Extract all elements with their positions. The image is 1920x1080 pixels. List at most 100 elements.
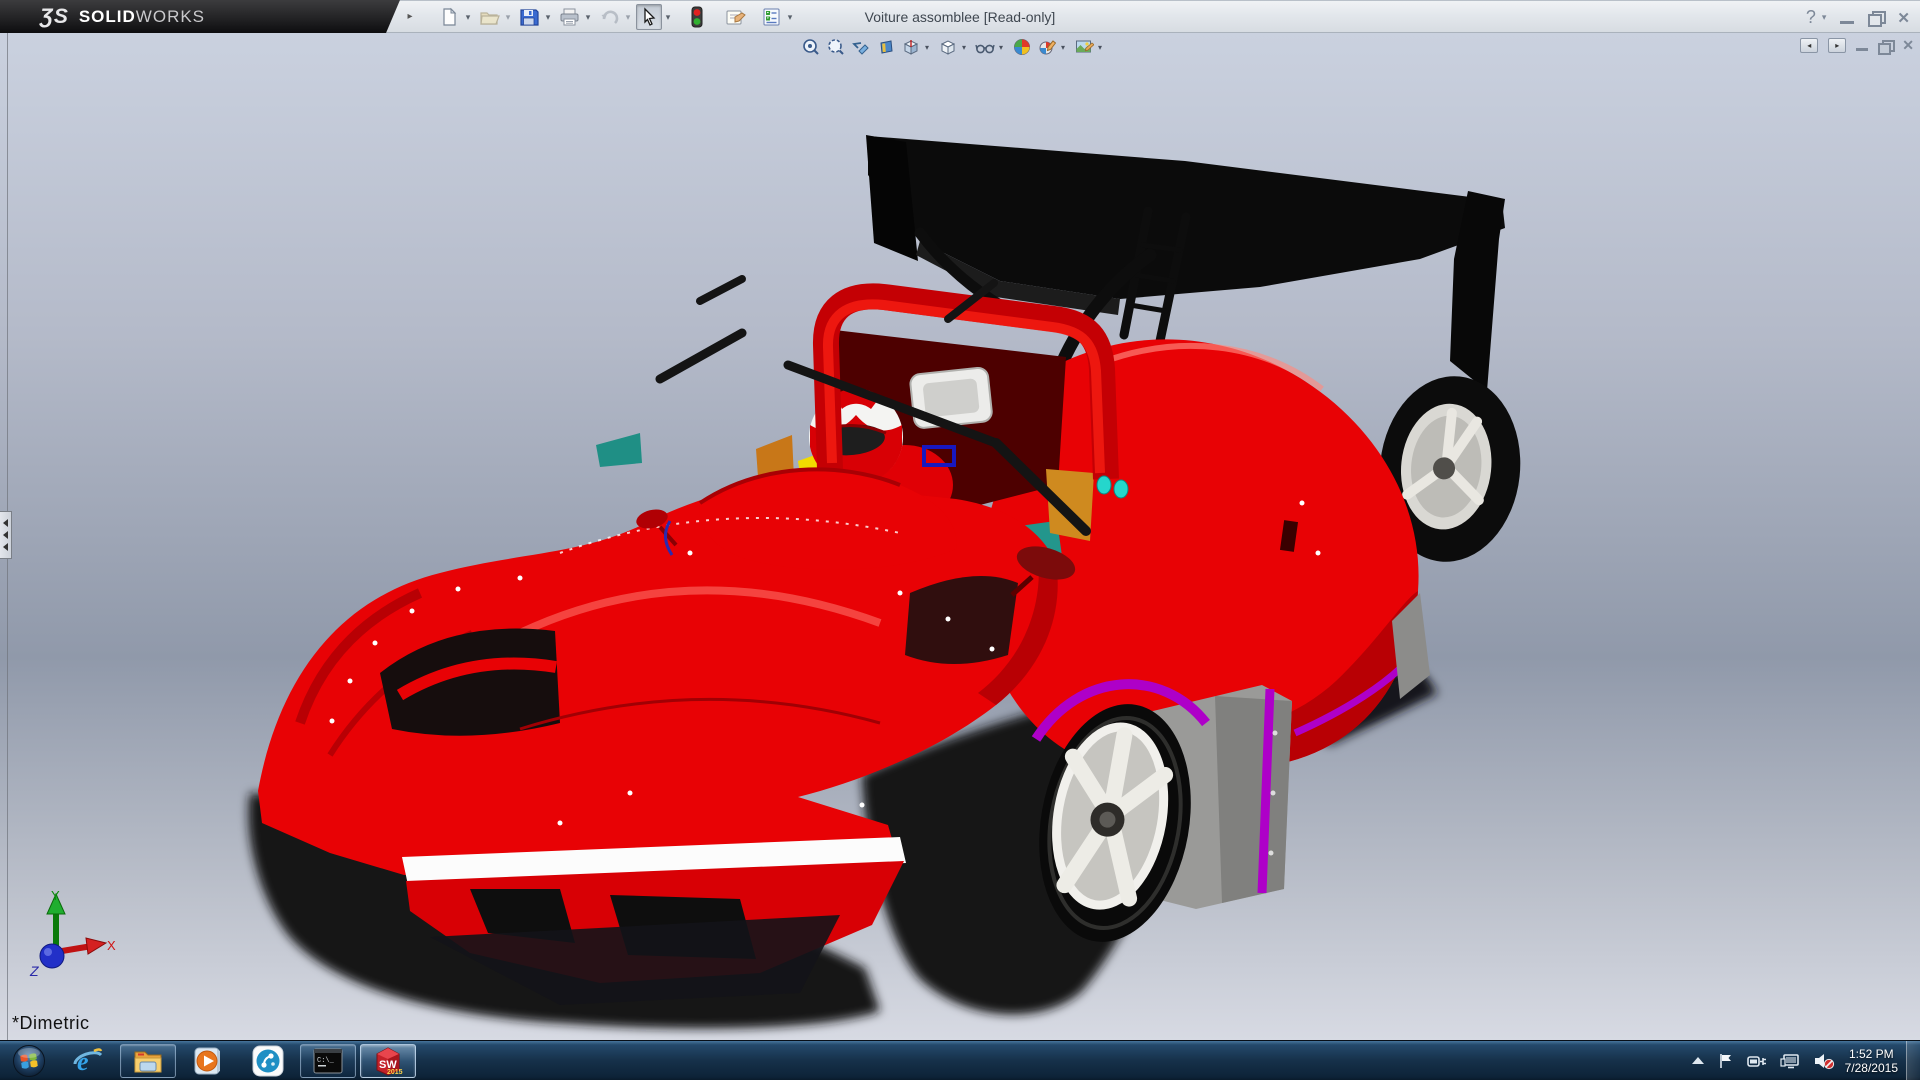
triad-y-label: Y (51, 888, 60, 903)
edit-appearance-dropdown[interactable]: ▾ (1061, 43, 1070, 52)
minimize-button[interactable] (1840, 12, 1854, 24)
section-view-icon (877, 38, 895, 56)
collapse-left-pane-button[interactable]: ◂ (1800, 38, 1818, 53)
new-dropdown[interactable]: ▾ (462, 4, 474, 30)
undo-button[interactable] (596, 4, 622, 30)
new-document-button[interactable] (436, 4, 462, 30)
select-tool-button[interactable] (636, 4, 662, 30)
rebuild-button[interactable] (684, 4, 710, 30)
open-dropdown[interactable]: ▾ (502, 4, 514, 30)
printer-icon (559, 7, 580, 27)
appearances-button[interactable] (1011, 36, 1033, 58)
previous-view-button[interactable] (850, 36, 872, 58)
dassault-3s-icon: ƷS (40, 5, 69, 29)
folder-explorer-icon (132, 1046, 164, 1076)
apply-scene-dropdown[interactable]: ▾ (1098, 43, 1107, 52)
solidworks-logo: ƷS SOLIDWORKS (0, 0, 400, 33)
file-properties-icon (724, 7, 746, 27)
svg-text:e: e (77, 1047, 89, 1076)
print-button[interactable] (556, 4, 582, 30)
menu-flyout-arrow[interactable]: ▸ (402, 6, 418, 28)
taskbar-windows-explorer[interactable] (120, 1044, 176, 1078)
doc-minimize-button[interactable] (1856, 47, 1868, 51)
options-button[interactable] (758, 4, 784, 30)
system-tray (1691, 1052, 1835, 1070)
view-orientation-dropdown[interactable]: ▾ (925, 43, 934, 52)
display-style-button[interactable] (937, 36, 959, 58)
volume-muted-icon[interactable] (1813, 1052, 1835, 1070)
apply-scene-icon (1075, 38, 1094, 56)
title-bar: ƷS SOLIDWORKS ▸ ▾ ▾ ▾ (0, 0, 1920, 33)
reference-triad: Y X Z (16, 888, 116, 988)
select-dropdown[interactable]: ▾ (662, 4, 674, 30)
solidworks-window: ƷS SOLIDWORKS ▸ ▾ ▾ ▾ (0, 0, 1920, 1080)
action-center-flag-icon[interactable] (1718, 1053, 1734, 1069)
previous-view-icon (852, 38, 870, 56)
share-app-icon (251, 1044, 285, 1078)
view-orientation-label: *Dimetric (12, 1013, 90, 1034)
zoom-to-fit-button[interactable] (800, 36, 822, 58)
taskbar-command-prompt[interactable]: C:\_ (300, 1044, 356, 1078)
headsup-view-toolbar: ▾ ▾ ▾ ▾ ▾ (800, 36, 1107, 58)
show-desktop-button[interactable] (1906, 1041, 1920, 1080)
document-window-controls: ◂ ▸ ✕ (1800, 37, 1914, 54)
file-properties-button[interactable] (722, 4, 748, 30)
new-document-icon (439, 7, 459, 27)
media-player-icon (192, 1045, 224, 1077)
select-cursor-icon (640, 7, 658, 27)
main-toolbar: ▾ ▾ ▾ ▾ (436, 4, 796, 30)
command-prompt-icon: C:\_ (312, 1047, 344, 1075)
clock-date: 7/28/2015 (1845, 1061, 1898, 1075)
network-display-icon[interactable] (1780, 1053, 1800, 1069)
start-button[interactable] (2, 1044, 56, 1078)
save-dropdown[interactable]: ▾ (542, 4, 554, 30)
eyeglasses-icon (975, 38, 995, 56)
open-document-button[interactable] (476, 4, 502, 30)
help-button[interactable]: ? (1806, 7, 1816, 28)
save-button[interactable] (516, 4, 542, 30)
triad-x-label: X (107, 938, 116, 953)
taskbar-internet-explorer[interactable]: e (60, 1044, 116, 1078)
help-dropdown[interactable]: ▾ (1822, 12, 1827, 23)
options-dropdown[interactable]: ▾ (784, 4, 796, 30)
print-dropdown[interactable]: ▾ (582, 4, 594, 30)
hide-show-dropdown[interactable]: ▾ (999, 43, 1008, 52)
display-style-icon (939, 38, 957, 56)
race-car-model[interactable] (0, 33, 1920, 1040)
section-view-button[interactable] (875, 36, 897, 58)
windows-taskbar: e (0, 1040, 1920, 1080)
view-orientation-button[interactable] (900, 36, 922, 58)
taskbar-clock[interactable]: 1:52 PM 7/28/2015 (1845, 1047, 1898, 1075)
view-orientation-icon (902, 38, 920, 56)
brand-text: SOLIDWORKS (79, 7, 205, 27)
graphics-viewport[interactable]: ▾ ▾ ▾ ▾ ▾ ◂ ▸ (0, 33, 1920, 1040)
undo-dropdown[interactable]: ▾ (622, 4, 634, 30)
appearance-sphere-icon (1013, 38, 1031, 56)
doc-restore-button[interactable] (1878, 40, 1892, 52)
power-plug-icon[interactable] (1747, 1053, 1767, 1069)
display-style-dropdown[interactable]: ▾ (962, 43, 971, 52)
zoom-to-fit-icon (802, 38, 820, 56)
save-floppy-icon (519, 7, 539, 27)
sw-year: 2015 (387, 1069, 403, 1076)
restore-button[interactable] (1868, 11, 1883, 24)
zoom-to-area-icon (827, 38, 845, 56)
hide-show-items-button[interactable] (974, 36, 996, 58)
apply-scene-button[interactable] (1073, 36, 1095, 58)
taskbar-solidworks[interactable]: SW 2015 (360, 1044, 416, 1078)
solidworks-app-icon: SW 2015 (371, 1044, 405, 1078)
edit-appearance-icon (1038, 38, 1056, 56)
zoom-to-area-button[interactable] (825, 36, 847, 58)
taskbar-share-app[interactable] (240, 1044, 296, 1078)
open-folder-icon (479, 7, 500, 27)
show-hidden-icons-button[interactable] (1691, 1056, 1705, 1066)
traffic-light-icon (691, 6, 703, 28)
close-button[interactable]: ✕ (1897, 9, 1910, 27)
taskbar-media-player[interactable] (180, 1044, 236, 1078)
cmd-prompt-text: C:\_ (317, 1057, 335, 1065)
triad-z-label: Z (29, 963, 39, 979)
doc-close-button[interactable]: ✕ (1902, 37, 1914, 54)
windows-start-orb-icon (12, 1044, 46, 1078)
collapse-right-pane-button[interactable]: ▸ (1828, 38, 1846, 53)
edit-appearance-button[interactable] (1036, 36, 1058, 58)
